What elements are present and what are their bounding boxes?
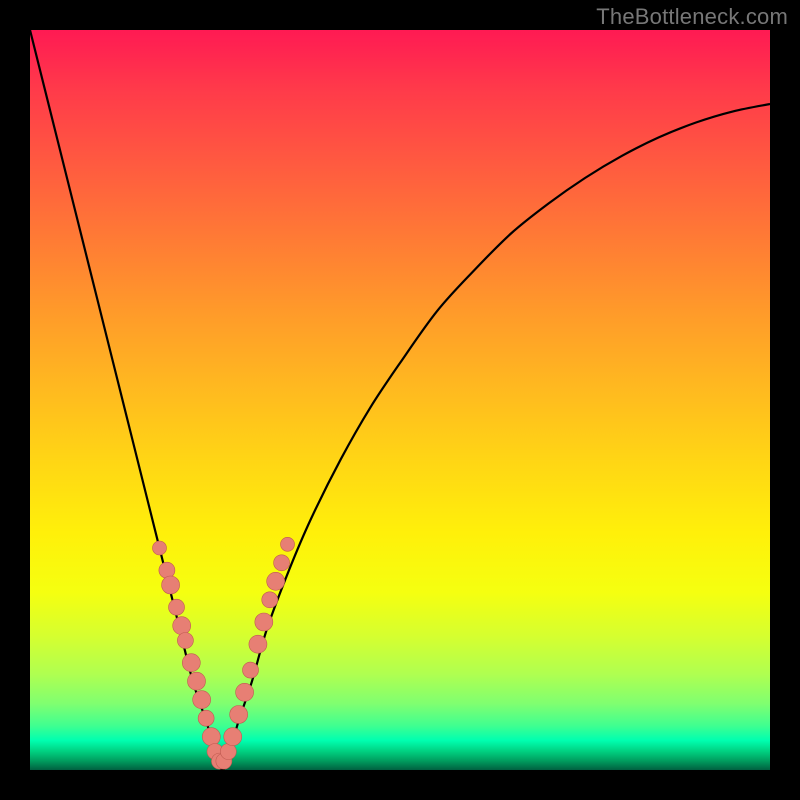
- highlight-dot: [274, 555, 290, 571]
- bottleneck-curve: [30, 30, 770, 770]
- highlight-dot: [243, 662, 259, 678]
- watermark-text: TheBottleneck.com: [596, 4, 788, 30]
- highlight-dot: [177, 633, 193, 649]
- highlight-dot: [224, 728, 242, 746]
- highlight-dot: [255, 613, 273, 631]
- highlight-dot: [182, 654, 200, 672]
- highlight-dot: [236, 683, 254, 701]
- highlight-dot: [188, 672, 206, 690]
- highlight-dot: [169, 599, 185, 615]
- plot-area: [30, 30, 770, 770]
- highlight-dot: [173, 617, 191, 635]
- highlight-dot: [202, 728, 220, 746]
- highlight-dot: [193, 691, 211, 709]
- highlight-dot: [267, 572, 285, 590]
- highlight-dot: [159, 562, 175, 578]
- highlight-dot: [162, 576, 180, 594]
- chart-frame: TheBottleneck.com: [0, 0, 800, 800]
- chart-svg: [30, 30, 770, 770]
- highlight-dot: [249, 635, 267, 653]
- highlight-dot: [262, 592, 278, 608]
- highlight-dot: [198, 710, 214, 726]
- highlight-dot: [281, 537, 295, 551]
- highlight-dots-group: [153, 537, 295, 769]
- highlight-dot: [153, 541, 167, 555]
- highlight-dot: [230, 706, 248, 724]
